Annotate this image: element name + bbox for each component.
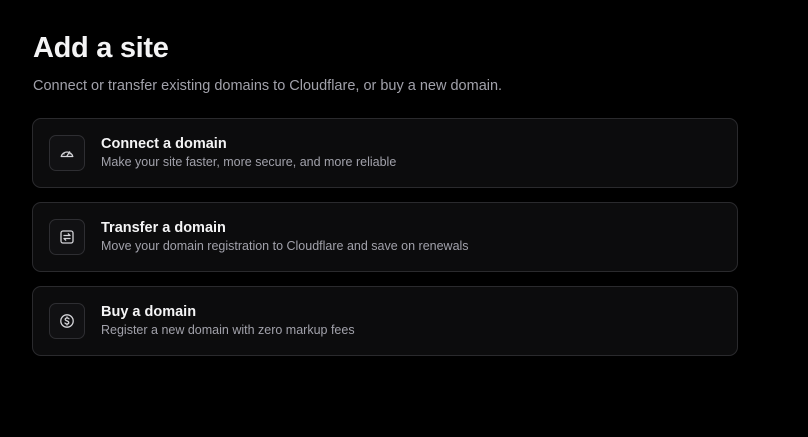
option-description: Move your domain registration to Cloudfl… (101, 239, 469, 253)
dollar-circle-icon (49, 303, 85, 339)
page-title: Add a site (33, 32, 169, 64)
option-description: Make your site faster, more secure, and … (101, 155, 397, 169)
option-title: Transfer a domain (101, 220, 226, 236)
gauge-icon (49, 135, 85, 171)
buy-domain-text: Buy a domain Register a new domain with … (101, 303, 355, 339)
buy-domain-option[interactable]: Buy a domain Register a new domain with … (32, 286, 738, 356)
transfer-icon (49, 219, 85, 255)
option-description: Register a new domain with zero markup f… (101, 323, 355, 337)
connect-domain-option[interactable]: Connect a domain Make your site faster, … (32, 118, 738, 188)
page-subtitle: Connect or transfer existing domains to … (33, 78, 503, 94)
options-list: Connect a domain Make your site faster, … (32, 118, 738, 370)
connect-domain-text: Connect a domain Make your site faster, … (101, 135, 396, 171)
option-title: Connect a domain (101, 136, 227, 152)
transfer-domain-text: Transfer a domain Move your domain regis… (101, 219, 469, 255)
option-title: Buy a domain (101, 304, 197, 320)
add-site-page: Add a site Connect or transfer existing … (0, 0, 808, 437)
transfer-domain-option[interactable]: Transfer a domain Move your domain regis… (32, 202, 738, 272)
